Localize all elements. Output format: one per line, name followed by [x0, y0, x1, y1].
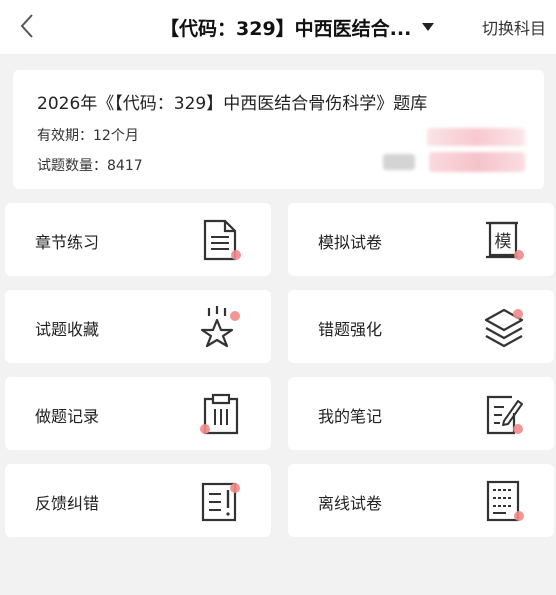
- caret-down-icon: [422, 23, 435, 31]
- star-icon: [200, 306, 240, 348]
- bank-title: 2026年《【代码：329】中西医结合骨伤科学》题库: [37, 94, 428, 114]
- feature-label: 反馈纠错: [35, 494, 100, 513]
- scroll-exam-icon: 模: [486, 221, 524, 260]
- top-bar: 【代码：329】中西医结合... 切换科目: [0, 0, 556, 54]
- switch-subject-button[interactable]: 切换科目: [482, 15, 546, 39]
- question-favorites-button[interactable]: 试题收藏: [5, 290, 271, 363]
- offline-papers-button[interactable]: 离线试卷: [288, 464, 554, 537]
- feature-label: 试题收藏: [35, 320, 100, 339]
- blurred-info: [427, 128, 525, 146]
- feedback-icon: [201, 482, 240, 522]
- offline-paper-icon: [486, 480, 524, 522]
- my-notes-button[interactable]: 我的笔记: [288, 377, 554, 450]
- note-pen-icon: [486, 395, 523, 435]
- document-icon: [203, 219, 241, 261]
- wrong-questions-button[interactable]: 错题强化: [288, 290, 554, 363]
- feature-label: 我的笔记: [318, 407, 383, 426]
- page-title: 【代码：329】中西医结合...: [160, 17, 412, 40]
- clipboard-icon: [200, 393, 239, 435]
- feedback-button[interactable]: 反馈纠错: [5, 464, 271, 537]
- layers-icon: [484, 308, 524, 348]
- feature-label: 错题强化: [318, 320, 383, 339]
- back-button[interactable]: [12, 8, 42, 44]
- feature-label: 离线试卷: [318, 494, 383, 513]
- practice-history-button[interactable]: 做题记录: [5, 377, 271, 450]
- feature-label: 模拟试卷: [318, 233, 383, 252]
- blurred-info: [429, 152, 525, 172]
- feature-label: 章节练习: [35, 233, 100, 252]
- validity-text: 有效期：12个月: [37, 128, 139, 144]
- blurred-info: [383, 154, 415, 170]
- mock-exam-button[interactable]: 模拟试卷 模: [288, 203, 554, 276]
- chapter-practice-button[interactable]: 章节练习: [5, 203, 271, 276]
- subject-selector[interactable]: 【代码：329】中西医结合...: [160, 12, 435, 42]
- question-count-text: 试题数量：8417: [37, 158, 143, 174]
- svg-text:模: 模: [495, 232, 512, 252]
- feature-label: 做题记录: [35, 407, 100, 426]
- question-bank-card: 2026年《【代码：329】中西医结合骨伤科学》题库 有效期：12个月 试题数量…: [13, 70, 544, 189]
- chevron-left-icon: [20, 14, 33, 38]
